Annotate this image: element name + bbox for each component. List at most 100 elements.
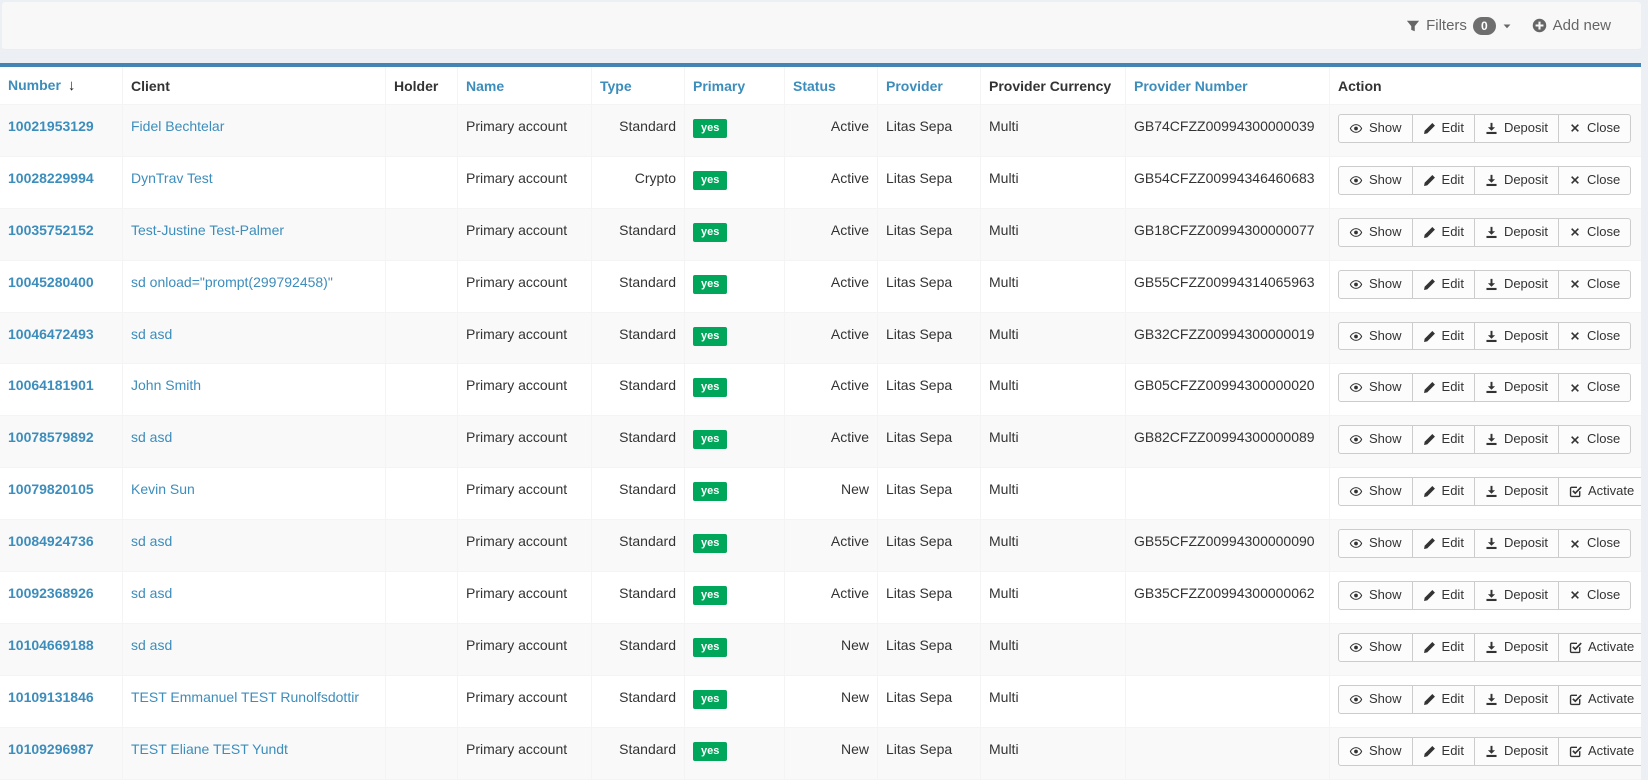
- client-link[interactable]: sd asd: [131, 326, 172, 342]
- show-button[interactable]: Show: [1338, 373, 1413, 402]
- account-number-link[interactable]: 10028229994: [8, 170, 94, 186]
- cell-action: ShowEditDepositClose: [1330, 312, 1642, 364]
- cell-provider_currency: Multi: [981, 623, 1126, 675]
- edit-button[interactable]: Edit: [1412, 633, 1475, 662]
- client-link[interactable]: Fidel Bechtelar: [131, 118, 224, 134]
- column-header-number[interactable]: Number↓: [0, 67, 123, 105]
- close-button[interactable]: Close: [1558, 425, 1631, 454]
- column-header-name[interactable]: Name: [458, 67, 592, 105]
- show-button[interactable]: Show: [1338, 322, 1413, 351]
- close-button[interactable]: Close: [1558, 529, 1631, 558]
- show-button[interactable]: Show: [1338, 685, 1413, 714]
- account-number-link[interactable]: 10078579892: [8, 429, 94, 445]
- cell-provider_number: [1126, 468, 1330, 520]
- deposit-button[interactable]: Deposit: [1474, 322, 1559, 351]
- activate-button[interactable]: Activate: [1558, 633, 1641, 662]
- activate-button[interactable]: Activate: [1558, 685, 1641, 714]
- activate-button[interactable]: Activate: [1558, 477, 1641, 506]
- deposit-button[interactable]: Deposit: [1474, 581, 1559, 610]
- filters-button[interactable]: Filters 0: [1406, 17, 1512, 35]
- account-number-link[interactable]: 10109296987: [8, 741, 94, 757]
- close-button[interactable]: Close: [1558, 166, 1631, 195]
- cell-holder: [386, 156, 458, 208]
- client-link[interactable]: sd asd: [131, 585, 172, 601]
- cell-primary: yes: [685, 520, 785, 572]
- edit-button[interactable]: Edit: [1412, 425, 1475, 454]
- edit-button[interactable]: Edit: [1412, 114, 1475, 143]
- edit-button[interactable]: Edit: [1412, 529, 1475, 558]
- deposit-button[interactable]: Deposit: [1474, 114, 1559, 143]
- account-number-link[interactable]: 10046472493: [8, 326, 94, 342]
- deposit-button-label: Deposit: [1504, 120, 1548, 137]
- edit-button[interactable]: Edit: [1412, 166, 1475, 195]
- cell-name: Primary account: [458, 208, 592, 260]
- show-button[interactable]: Show: [1338, 633, 1413, 662]
- deposit-button[interactable]: Deposit: [1474, 425, 1559, 454]
- close-button[interactable]: Close: [1558, 373, 1631, 402]
- account-number-link[interactable]: 10104669188: [8, 637, 94, 653]
- account-number-link[interactable]: 10045280400: [8, 274, 94, 290]
- account-number-link[interactable]: 10021953129: [8, 118, 94, 134]
- deposit-button[interactable]: Deposit: [1474, 685, 1559, 714]
- deposit-button[interactable]: Deposit: [1474, 270, 1559, 299]
- column-header-provider_number[interactable]: Provider Number: [1126, 67, 1330, 105]
- account-number-link[interactable]: 10064181901: [8, 377, 94, 393]
- client-link[interactable]: Test-Justine Test-Palmer: [131, 222, 284, 238]
- close-button[interactable]: Close: [1558, 114, 1631, 143]
- add-new-button[interactable]: Add new: [1532, 17, 1611, 34]
- edit-button[interactable]: Edit: [1412, 270, 1475, 299]
- edit-button[interactable]: Edit: [1412, 737, 1475, 766]
- client-link[interactable]: Kevin Sun: [131, 481, 195, 497]
- deposit-button[interactable]: Deposit: [1474, 373, 1559, 402]
- cell-action: ShowEditDepositClose: [1330, 156, 1642, 208]
- edit-button[interactable]: Edit: [1412, 477, 1475, 506]
- account-number-link[interactable]: 10079820105: [8, 481, 94, 497]
- cell-primary: yes: [685, 260, 785, 312]
- column-header-status[interactable]: Status: [785, 67, 878, 105]
- deposit-button[interactable]: Deposit: [1474, 529, 1559, 558]
- show-button[interactable]: Show: [1338, 581, 1413, 610]
- show-button-label: Show: [1369, 120, 1402, 137]
- show-button[interactable]: Show: [1338, 529, 1413, 558]
- show-button[interactable]: Show: [1338, 166, 1413, 195]
- deposit-button[interactable]: Deposit: [1474, 218, 1559, 247]
- account-number-link[interactable]: 10109131846: [8, 689, 94, 705]
- account-number-link[interactable]: 10035752152: [8, 222, 94, 238]
- column-header-provider[interactable]: Provider: [878, 67, 981, 105]
- client-link[interactable]: DynTrav Test: [131, 170, 213, 186]
- action-button-group: ShowEditDepositClose: [1338, 529, 1631, 558]
- column-header-type[interactable]: Type: [592, 67, 685, 105]
- client-link[interactable]: TEST Emmanuel TEST Runolfsdottir: [131, 689, 359, 705]
- edit-button[interactable]: Edit: [1412, 373, 1475, 402]
- show-button[interactable]: Show: [1338, 425, 1413, 454]
- close-button[interactable]: Close: [1558, 218, 1631, 247]
- edit-button[interactable]: Edit: [1412, 685, 1475, 714]
- edit-button[interactable]: Edit: [1412, 581, 1475, 610]
- client-link[interactable]: sd asd: [131, 429, 172, 445]
- show-button[interactable]: Show: [1338, 270, 1413, 299]
- deposit-button[interactable]: Deposit: [1474, 737, 1559, 766]
- close-button[interactable]: Close: [1558, 270, 1631, 299]
- activate-button[interactable]: Activate: [1558, 737, 1641, 766]
- deposit-button[interactable]: Deposit: [1474, 166, 1559, 195]
- deposit-button[interactable]: Deposit: [1474, 477, 1559, 506]
- deposit-button[interactable]: Deposit: [1474, 633, 1559, 662]
- show-button-label: Show: [1369, 743, 1402, 760]
- cell-primary: yes: [685, 312, 785, 364]
- edit-button[interactable]: Edit: [1412, 218, 1475, 247]
- edit-button[interactable]: Edit: [1412, 322, 1475, 351]
- client-link[interactable]: sd asd: [131, 533, 172, 549]
- close-button[interactable]: Close: [1558, 322, 1631, 351]
- client-link[interactable]: John Smith: [131, 377, 201, 393]
- show-button[interactable]: Show: [1338, 218, 1413, 247]
- account-number-link[interactable]: 10092368926: [8, 585, 94, 601]
- show-button[interactable]: Show: [1338, 114, 1413, 143]
- client-link[interactable]: sd asd: [131, 637, 172, 653]
- client-link[interactable]: sd onload="prompt(299792458)": [131, 274, 333, 290]
- show-button[interactable]: Show: [1338, 737, 1413, 766]
- account-number-link[interactable]: 10084924736: [8, 533, 94, 549]
- show-button[interactable]: Show: [1338, 477, 1413, 506]
- close-button[interactable]: Close: [1558, 581, 1631, 610]
- column-header-primary[interactable]: Primary: [685, 67, 785, 105]
- client-link[interactable]: TEST Eliane TEST Yundt: [131, 741, 288, 757]
